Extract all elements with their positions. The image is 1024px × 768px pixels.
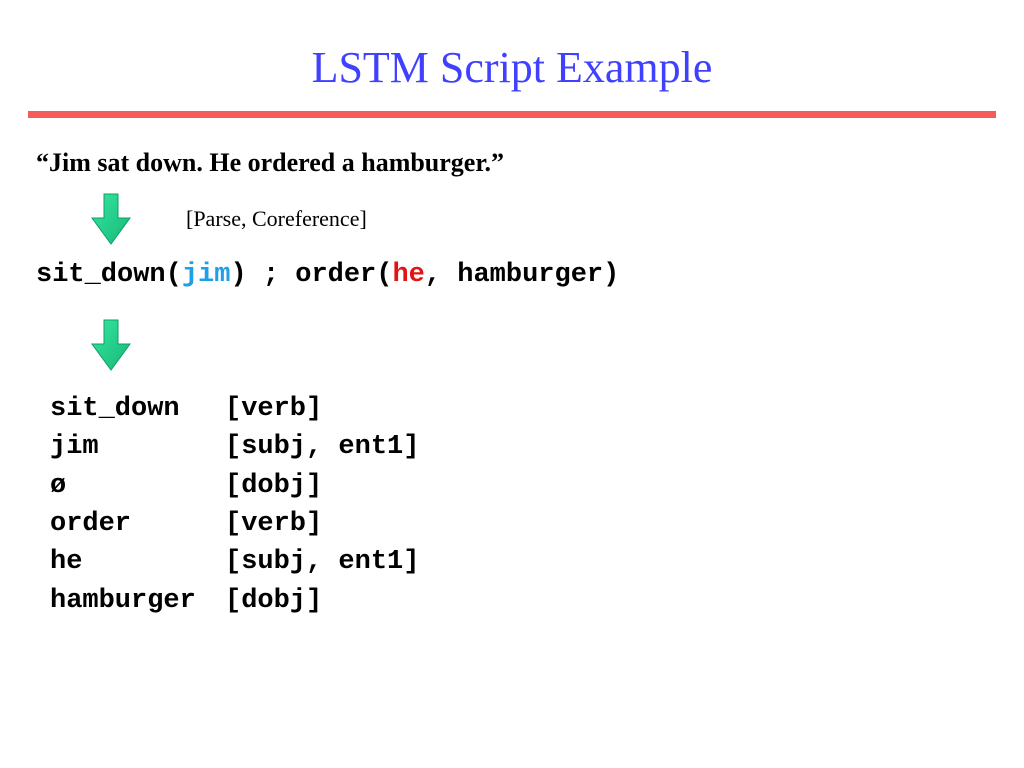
table-row: sit_down [verb] bbox=[50, 390, 988, 428]
token-cell: ø bbox=[50, 467, 225, 505]
tag-cell: [subj, ent1] bbox=[225, 428, 419, 466]
arrow-annotation: [Parse, Coreference] bbox=[186, 206, 367, 232]
token-cell: order bbox=[50, 505, 225, 543]
token-cell: hamburger bbox=[50, 582, 225, 620]
parsed-code: sit_down(jim) ; order(he, hamburger) bbox=[36, 260, 988, 290]
arrow-row-1: [Parse, Coreference] bbox=[36, 192, 988, 246]
table-row: hamburger [dobj] bbox=[50, 582, 988, 620]
slide-title: LSTM Script Example bbox=[0, 0, 1024, 111]
table-row: jim [subj, ent1] bbox=[50, 428, 988, 466]
arrow-row-2 bbox=[36, 318, 988, 372]
code-part: sit_down( bbox=[36, 260, 182, 290]
code-he: he bbox=[392, 260, 424, 290]
arrow-down-icon bbox=[90, 192, 132, 246]
token-cell: sit_down bbox=[50, 390, 225, 428]
code-jim: jim bbox=[182, 260, 231, 290]
tag-cell: [subj, ent1] bbox=[225, 543, 419, 581]
table-row: he [subj, ent1] bbox=[50, 543, 988, 581]
tag-cell: [verb] bbox=[225, 505, 322, 543]
example-sentence: “Jim sat down. He ordered a hamburger.” bbox=[36, 148, 988, 178]
tag-cell: [dobj] bbox=[225, 467, 322, 505]
slide-content: “Jim sat down. He ordered a hamburger.” … bbox=[0, 118, 1024, 620]
divider bbox=[28, 111, 996, 118]
token-table: sit_down [verb] jim [subj, ent1] ø [dobj… bbox=[36, 390, 988, 620]
code-part: ) ; order( bbox=[230, 260, 392, 290]
code-part: , hamburger) bbox=[425, 260, 619, 290]
token-cell: jim bbox=[50, 428, 225, 466]
table-row: ø [dobj] bbox=[50, 467, 988, 505]
arrow-down-icon bbox=[90, 318, 132, 372]
table-row: order [verb] bbox=[50, 505, 988, 543]
token-cell: he bbox=[50, 543, 225, 581]
tag-cell: [verb] bbox=[225, 390, 322, 428]
tag-cell: [dobj] bbox=[225, 582, 322, 620]
